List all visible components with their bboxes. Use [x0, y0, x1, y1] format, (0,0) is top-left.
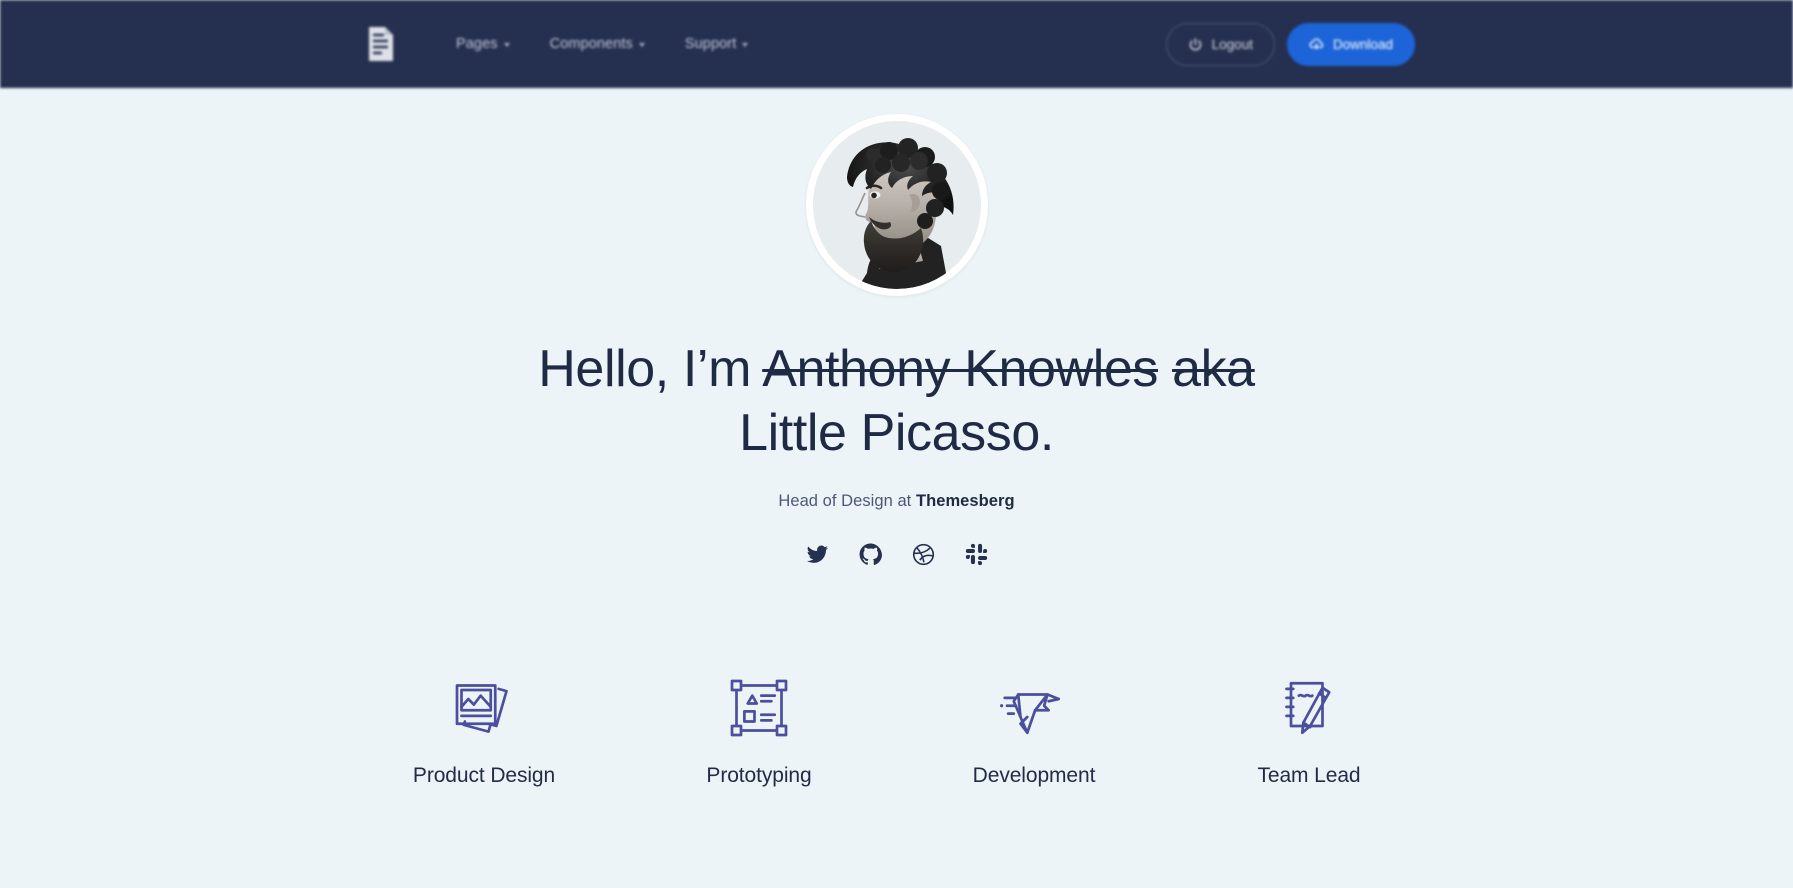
skills-row: Product Design Prototyping Development T… [347, 672, 1447, 788]
page-title: Hello, I’m Anthony Knowles aka Little Pi… [517, 338, 1277, 466]
hero-subtitle-brand[interactable]: Themesberg [916, 492, 1015, 510]
top-navbar: Pages Components Support Logout Download [0, 0, 1793, 88]
photo-stack-icon [448, 672, 520, 744]
chevron-down-icon [503, 43, 510, 47]
twitter-icon[interactable] [806, 543, 829, 566]
logout-button[interactable]: Logout [1165, 22, 1275, 66]
nav-item-components[interactable]: Components [550, 36, 645, 52]
nav-item-pages-label: Pages [456, 36, 498, 52]
skill-label: Product Design [412, 763, 556, 787]
power-icon [1188, 37, 1203, 52]
hero-subtitle: Head of Design at Themesberg [778, 492, 1014, 511]
navbar-actions: Logout Download [1165, 22, 1415, 66]
hero-subtitle-prefix: Head of Design at [778, 491, 912, 510]
slack-icon[interactable] [965, 543, 988, 566]
origami-bird-icon [998, 672, 1070, 744]
avatar [805, 114, 988, 296]
social-links [806, 543, 988, 566]
hero-greeting: Hello, I’m [538, 340, 751, 398]
hero-nickname: Little Picasso. [739, 403, 1054, 462]
dribbble-icon[interactable] [912, 543, 935, 566]
hero-section: Hello, I’m Anthony Knowles aka Little Pi… [0, 88, 1793, 888]
skill-label: Team Lead [1257, 763, 1361, 787]
chevron-down-icon [638, 43, 645, 47]
skill-development[interactable]: Development [897, 672, 1172, 788]
nav-item-support[interactable]: Support [685, 36, 749, 52]
skill-product-design[interactable]: Product Design [347, 672, 622, 788]
avatar-image [812, 121, 981, 289]
hero-real-name: Anthony Knowles [762, 340, 1158, 398]
download-button[interactable]: Download [1286, 22, 1415, 66]
artboard-wireframe-icon [723, 672, 795, 744]
nav-item-pages[interactable]: Pages [456, 36, 510, 52]
skill-label: Prototyping [706, 763, 812, 787]
logout-label: Logout [1211, 36, 1253, 52]
skill-team-lead[interactable]: Team Lead [1172, 672, 1447, 788]
hero-aka: aka [1172, 340, 1255, 398]
cloud-download-icon [1309, 37, 1324, 52]
themesberg-logo-icon[interactable] [366, 25, 396, 63]
navbar-inner: Pages Components Support Logout Download [0, 0, 1793, 88]
nav-item-components-label: Components [549, 36, 633, 52]
download-label: Download [1332, 36, 1393, 52]
navbar-links: Pages Components Support [456, 36, 749, 52]
github-icon[interactable] [859, 543, 882, 566]
skill-label: Development [972, 763, 1096, 787]
chevron-down-icon [742, 43, 749, 47]
nav-item-support-label: Support [684, 36, 737, 52]
notepad-pencil-icon [1273, 672, 1345, 744]
skill-prototyping[interactable]: Prototyping [622, 672, 897, 788]
